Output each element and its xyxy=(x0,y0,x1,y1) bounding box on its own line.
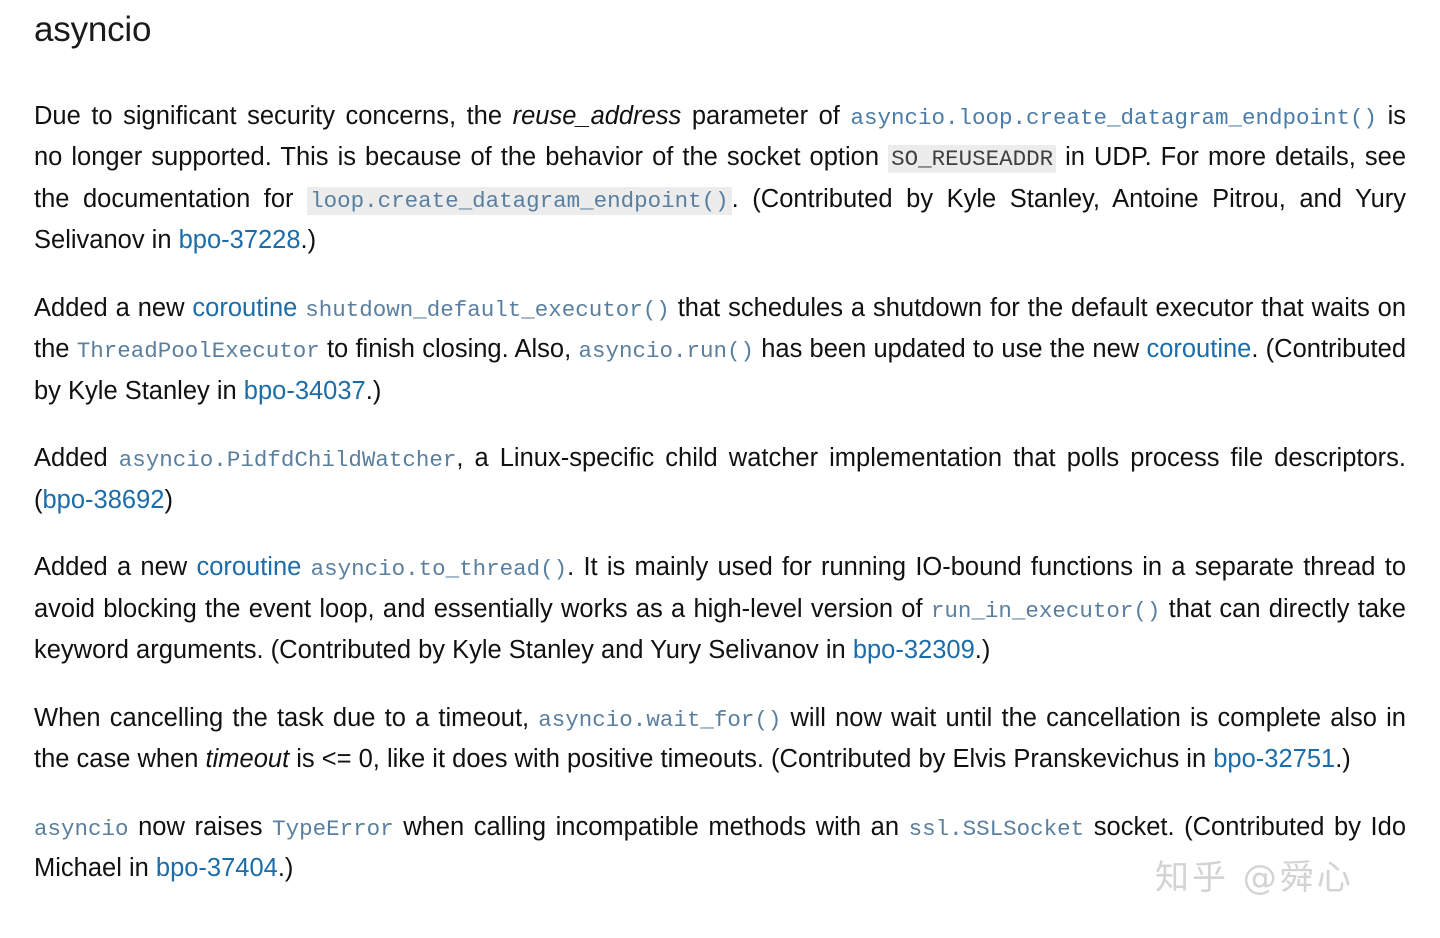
body-text: has been updated to use the new xyxy=(753,335,1147,364)
body-text: is <= 0, like it does with positive time… xyxy=(289,745,1214,774)
inline-code: ssl.SSLSocket xyxy=(908,815,1085,842)
inline-code-link[interactable]: asyncio.loop.create_datagram_endpoint() xyxy=(850,105,1377,131)
body-text: .) xyxy=(1335,745,1351,774)
inline-link[interactable]: bpo-32309 xyxy=(853,636,975,664)
inline-code: asyncio xyxy=(34,815,129,842)
inline-link[interactable]: coroutine xyxy=(196,553,301,581)
body-text xyxy=(301,553,310,581)
body-text: parameter of xyxy=(681,101,851,130)
paragraph-wait-for-timeout: When cancelling the task due to a timeou… xyxy=(34,699,1406,780)
inline-code-highlighted: SO_REUSEADDR xyxy=(888,145,1057,174)
emphasis-text: timeout xyxy=(205,745,290,774)
inline-code: ThreadPoolExecutor xyxy=(76,338,320,365)
inline-code: run_in_executor() xyxy=(930,597,1161,624)
body-text: Added a new xyxy=(34,293,193,322)
inline-link[interactable]: coroutine xyxy=(192,294,297,322)
paragraph-typeerror-sslsocket: asyncio now raises TypeError when callin… xyxy=(34,808,1406,889)
inline-code: TypeError xyxy=(272,815,394,842)
page-title: asyncio xyxy=(34,10,152,49)
inline-link[interactable]: bpo-34037 xyxy=(244,377,366,405)
body-text: .) xyxy=(974,636,991,665)
inline-link[interactable]: bpo-37228 xyxy=(179,226,301,254)
body-text: When cancelling the task due to a timeou… xyxy=(34,703,539,732)
inline-link[interactable]: coroutine xyxy=(1146,335,1251,363)
body-text: to finish closing. Also, xyxy=(319,335,579,364)
body-text: now raises xyxy=(128,812,273,841)
body-text: ) xyxy=(164,485,173,514)
body-text: Added a new xyxy=(34,553,197,582)
inline-code: asyncio.to_thread() xyxy=(310,556,568,583)
body-text: .) xyxy=(277,854,294,883)
paragraph-reuse-address: Due to significant security concerns, th… xyxy=(34,97,1406,261)
inline-code-highlighted-link[interactable]: loop.create_datagram_endpoint() xyxy=(307,186,732,215)
inline-link[interactable]: bpo-32751 xyxy=(1213,745,1335,773)
emphasis-text: reuse_address xyxy=(512,101,682,130)
body-text: Added xyxy=(34,444,119,473)
inline-code: asyncio.run() xyxy=(578,338,754,365)
body-text: when calling incompatible methods with a… xyxy=(393,812,909,841)
paragraph-pidfd-child-watcher: Added asyncio.PidfdChildWatcher, a Linux… xyxy=(34,439,1406,520)
inline-code: asyncio.wait_for() xyxy=(538,706,782,733)
body-text: .) xyxy=(300,226,317,255)
paragraph-to-thread: Added a new coroutine asyncio.to_thread(… xyxy=(34,548,1406,671)
inline-code: asyncio.PidfdChildWatcher xyxy=(118,447,457,474)
inline-link[interactable]: bpo-37404 xyxy=(156,854,278,882)
inline-link[interactable]: bpo-38692 xyxy=(43,486,165,514)
body-text: Due to significant security concerns, th… xyxy=(34,101,513,130)
body-text: .) xyxy=(365,376,382,405)
document-page: asyncio Due to significant security conc… xyxy=(0,10,1440,889)
inline-code: shutdown_default_executor() xyxy=(305,296,670,323)
paragraph-shutdown-default-executor: Added a new coroutine shutdown_default_e… xyxy=(34,289,1406,412)
